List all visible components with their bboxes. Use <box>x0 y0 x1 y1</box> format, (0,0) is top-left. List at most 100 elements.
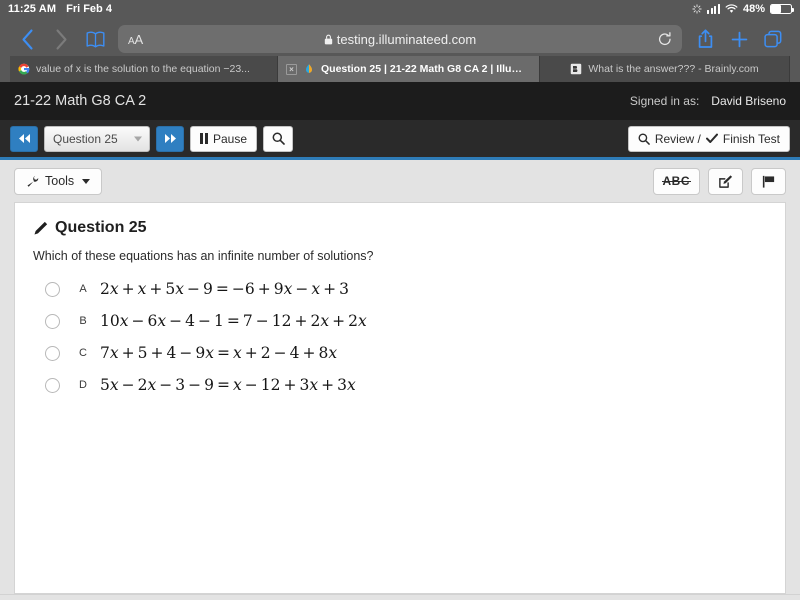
choice-letter: A <box>66 283 100 295</box>
sync-icon <box>692 4 702 14</box>
next-question-button[interactable] <box>156 126 184 152</box>
battery-percent-label: 48% <box>743 3 765 15</box>
abc-label: ABC <box>663 174 691 188</box>
search-icon <box>638 133 650 145</box>
brainly-icon <box>570 63 582 75</box>
back-button[interactable] <box>10 23 44 55</box>
browser-toolbar: AA testing.illuminateed.com <box>10 22 790 56</box>
answer-choice-d[interactable]: D 5x−2x−3−9=x−12+3x+3x <box>45 369 769 401</box>
browser-tab-1[interactable]: value of x is the solution to the equati… <box>10 56 278 82</box>
choice-letter: D <box>66 379 100 391</box>
status-bar-left: 11:25 AM Fri Feb 4 <box>8 3 112 15</box>
url-display: testing.illuminateed.com <box>118 32 682 47</box>
choice-equation: 2x+x+5x−9=−6+9x−x+3 <box>100 280 349 298</box>
search-icon <box>272 132 285 145</box>
status-bar-time: 11:25 AM <box>8 3 56 15</box>
plus-icon <box>731 31 748 48</box>
signed-in-status: Signed in as: David Briseno <box>630 94 786 108</box>
choice-equation: 7x+5+4−9x=x+2−4+8x <box>100 344 337 362</box>
forward-button[interactable] <box>44 23 78 55</box>
search-button[interactable] <box>263 126 293 152</box>
radio-button[interactable] <box>45 378 60 393</box>
signed-in-label: Signed in as: <box>630 94 699 108</box>
tabs-icon <box>764 30 782 48</box>
tools-bar-right: ABC <box>653 168 787 195</box>
flag-question-button[interactable] <box>751 168 786 195</box>
lock-icon <box>324 34 333 45</box>
choice-letter: C <box>66 347 100 359</box>
radio-button[interactable] <box>45 314 60 329</box>
url-bar[interactable]: AA testing.illuminateed.com <box>118 25 682 53</box>
question-nav-toolbar: Question 25 Pause Review / Finish Test <box>0 120 800 160</box>
tools-label: Tools <box>45 174 74 188</box>
wifi-icon <box>725 4 738 14</box>
question-select-value: Question 25 <box>53 132 118 146</box>
annotate-icon <box>718 174 733 189</box>
cellular-signal-icon <box>707 4 720 14</box>
previous-question-button[interactable] <box>10 126 38 152</box>
answer-choice-a[interactable]: A 2x+x+5x−9=−6+9x−x+3 <box>45 273 769 305</box>
pause-label: Pause <box>213 132 247 146</box>
chevron-down-icon <box>134 136 142 141</box>
answer-choice-b[interactable]: B 10x−6x−4−1=7−12+2x+2x <box>45 305 769 337</box>
ios-status-bar: 11:25 AM Fri Feb 4 48% <box>0 0 800 18</box>
book-icon <box>86 31 105 48</box>
page-footer: ©2022 Illuminate Education™, Inc. <box>0 594 800 600</box>
status-bar-right: 48% <box>692 3 792 15</box>
eliminate-choice-button[interactable]: ABC <box>653 168 701 195</box>
browser-tab-3[interactable]: What is the answer??? - Brainly.com <box>540 56 790 82</box>
show-tabs-button[interactable] <box>756 23 790 55</box>
close-tab-icon[interactable]: × <box>286 64 297 75</box>
reader-bookmarks-button[interactable] <box>78 23 112 55</box>
user-name: David Briseno <box>711 94 786 108</box>
next-question-icon <box>163 133 178 144</box>
tab-title: What is the answer??? - Brainly.com <box>588 63 758 75</box>
status-bar-date: Fri Feb 4 <box>66 3 112 15</box>
assessment-title: 21-22 Math G8 CA 2 <box>14 93 146 109</box>
text-size-button[interactable]: AA <box>128 32 143 47</box>
share-icon <box>697 29 714 49</box>
choice-equation: 10x−6x−4−1=7−12+2x+2x <box>100 312 367 330</box>
review-finish-test-button[interactable]: Review / Finish Test <box>628 126 790 152</box>
answer-choices: A 2x+x+5x−9=−6+9x−x+3 B 10x−6x−4−1=7−12+… <box>45 273 769 401</box>
radio-button[interactable] <box>45 282 60 297</box>
pause-button[interactable]: Pause <box>190 126 257 152</box>
browser-toolbar-right <box>688 23 790 55</box>
chevron-down-icon <box>82 179 90 184</box>
question-select[interactable]: Question 25 <box>44 126 150 152</box>
radio-button[interactable] <box>45 346 60 361</box>
tab-title: Question 25 | 21-22 Math G8 CA 2 | Illum… <box>321 63 531 75</box>
question-heading-label: Question 25 <box>55 219 147 237</box>
browser-tab-2[interactable]: × Question 25 | 21-22 Math G8 CA 2 | Ill… <box>278 56 540 82</box>
pencil-icon <box>33 221 48 236</box>
question-card: Question 25 Which of these equations has… <box>14 202 786 594</box>
choice-letter: B <box>66 315 100 327</box>
tools-button[interactable]: Tools <box>14 168 102 195</box>
tab-title: value of x is the solution to the equati… <box>36 63 250 75</box>
question-prompt: Which of these equations has an infinite… <box>33 249 769 263</box>
browser-chrome: AA testing.illuminateed.com <box>0 18 800 82</box>
check-icon <box>706 133 718 144</box>
question-heading: Question 25 <box>33 219 769 237</box>
review-label: Review / <box>655 132 701 146</box>
wrench-icon <box>26 175 39 188</box>
annotate-button[interactable] <box>708 168 743 195</box>
google-icon <box>18 63 30 75</box>
finish-test-label: Finish Test <box>723 132 780 146</box>
reload-icon <box>658 32 672 47</box>
battery-icon <box>770 4 792 14</box>
content-area: Question 25 Which of these equations has… <box>0 202 800 594</box>
choice-equation: 5x−2x−3−9=x−12+3x+3x <box>100 376 356 394</box>
tab-strip: value of x is the solution to the equati… <box>10 56 790 82</box>
answer-choice-c[interactable]: C 7x+5+4−9x=x+2−4+8x <box>45 337 769 369</box>
url-text: testing.illuminateed.com <box>337 32 476 47</box>
illuminate-icon <box>303 63 315 75</box>
new-tab-button[interactable] <box>722 23 756 55</box>
tools-bar: Tools ABC <box>0 160 800 202</box>
reload-button[interactable] <box>658 32 672 47</box>
app-header: 21-22 Math G8 CA 2 Signed in as: David B… <box>0 82 800 120</box>
share-button[interactable] <box>688 23 722 55</box>
previous-question-icon <box>17 133 32 144</box>
pause-icon <box>200 133 208 144</box>
nav-toolbar-right: Review / Finish Test <box>628 126 790 152</box>
